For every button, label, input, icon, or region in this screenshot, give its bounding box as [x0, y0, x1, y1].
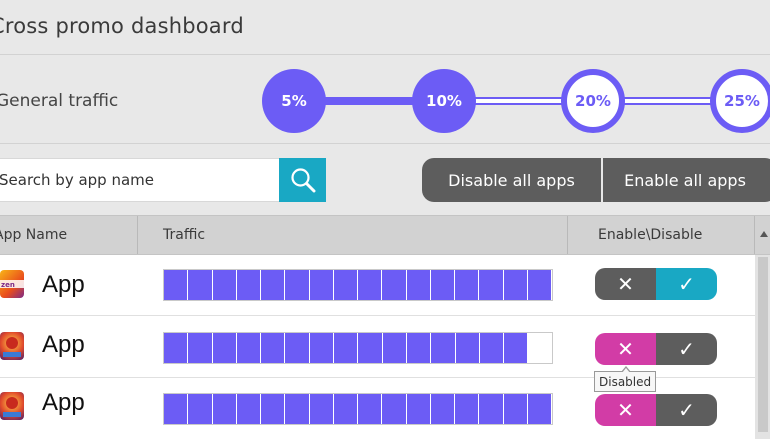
enable-disable-toggle[interactable]: ✕ ✓ — [595, 394, 717, 426]
traffic-segment — [164, 270, 189, 300]
app-icon: zen — [0, 270, 24, 298]
traffic-segment — [406, 270, 431, 300]
traffic-segment — [164, 394, 189, 424]
traffic-step-25[interactable]: 25% — [710, 69, 770, 133]
table-row: App ✕ ✓ — [0, 316, 755, 378]
traffic-segment — [527, 394, 552, 424]
traffic-segment — [236, 394, 261, 424]
traffic-bar — [163, 393, 553, 425]
traffic-segment — [479, 270, 504, 300]
traffic-segment — [333, 270, 358, 300]
table-row: zen App ✕ ✓ — [0, 255, 755, 316]
traffic-segment — [406, 394, 431, 424]
traffic-segment — [504, 333, 529, 363]
vertical-scrollbar[interactable] — [755, 255, 770, 439]
disable-all-apps-button[interactable]: Disable all apps — [422, 158, 603, 202]
traffic-step-20[interactable]: 20% — [561, 69, 625, 133]
enable-option[interactable]: ✓ — [656, 394, 717, 426]
traffic-segment — [382, 333, 407, 363]
app-icon — [0, 392, 24, 420]
search-button[interactable] — [279, 158, 326, 202]
column-divider — [137, 216, 138, 254]
traffic-segment — [285, 270, 310, 300]
disable-option[interactable]: ✕ — [595, 394, 656, 426]
traffic-segment — [236, 333, 262, 363]
traffic-segment — [309, 394, 334, 424]
traffic-segment — [164, 333, 189, 363]
traffic-segment — [431, 333, 456, 363]
traffic-segment — [479, 394, 504, 424]
traffic-segment — [261, 394, 286, 424]
traffic-segment — [334, 333, 359, 363]
traffic-bar — [163, 332, 553, 364]
traffic-segment — [479, 333, 505, 363]
search-icon — [290, 168, 315, 193]
traffic-segment — [188, 270, 213, 300]
traffic-segment — [188, 394, 213, 424]
traffic-segment — [455, 333, 480, 363]
scrollbar-thumb[interactable] — [758, 257, 768, 432]
traffic-segment — [212, 394, 237, 424]
search-input[interactable] — [0, 159, 269, 201]
traffic-segment — [261, 333, 286, 363]
traffic-segment — [309, 270, 334, 300]
traffic-segment — [358, 333, 383, 363]
traffic-segment — [382, 270, 407, 300]
page-title: Cross promo dashboard — [0, 14, 244, 38]
traffic-segment — [212, 333, 237, 363]
traffic-segment — [430, 394, 455, 424]
traffic-segment — [236, 270, 261, 300]
bulk-actions: Disable all apps Enable all apps — [422, 158, 770, 202]
traffic-bar — [163, 269, 553, 301]
divider — [0, 54, 770, 55]
table-header: App Name Traffic Enable\Disable — [0, 215, 770, 255]
column-traffic[interactable]: Traffic — [163, 216, 205, 254]
traffic-segment — [261, 270, 286, 300]
traffic-segment — [430, 270, 455, 300]
enable-disable-toggle[interactable]: ✕ ✓ — [595, 268, 717, 300]
traffic-step-5[interactable]: 5% — [262, 69, 326, 133]
traffic-segment — [188, 333, 213, 363]
svg-text:zen: zen — [1, 281, 15, 289]
traffic-segment — [285, 333, 310, 363]
search-box — [0, 158, 280, 202]
tooltip: Disabled — [594, 366, 657, 392]
traffic-segment — [455, 394, 480, 424]
general-traffic-label: General traffic — [0, 91, 119, 111]
traffic-segment — [382, 394, 407, 424]
traffic-segment — [358, 270, 383, 300]
traffic-step-10[interactable]: 10% — [412, 69, 476, 133]
traffic-segment — [309, 333, 335, 363]
column-enable-disable[interactable]: Enable\Disable — [598, 216, 702, 254]
traffic-segment — [285, 394, 310, 424]
traffic-segment — [333, 394, 358, 424]
app-name: App — [42, 271, 85, 298]
enable-all-apps-button[interactable]: Enable all apps — [603, 158, 770, 202]
column-app-name[interactable]: App Name — [0, 216, 67, 254]
traffic-segment — [503, 270, 528, 300]
traffic-segment — [212, 270, 237, 300]
traffic-segment — [503, 394, 528, 424]
scroll-up-arrow-icon[interactable] — [760, 231, 768, 237]
column-divider — [567, 216, 568, 254]
traffic-segment — [455, 270, 480, 300]
enable-option[interactable]: ✓ — [656, 333, 717, 365]
divider — [0, 143, 770, 144]
enable-option[interactable]: ✓ — [656, 268, 717, 300]
disable-option[interactable]: ✕ — [595, 268, 656, 300]
disable-option[interactable]: ✕ — [595, 333, 656, 365]
enable-disable-toggle[interactable]: ✕ ✓ — [595, 333, 717, 365]
traffic-segment — [406, 333, 432, 363]
column-divider — [754, 216, 755, 254]
app-name: App — [42, 331, 85, 358]
traffic-segment — [527, 270, 552, 300]
app-name: App — [42, 389, 85, 416]
traffic-segment — [358, 394, 383, 424]
app-icon — [0, 332, 24, 360]
